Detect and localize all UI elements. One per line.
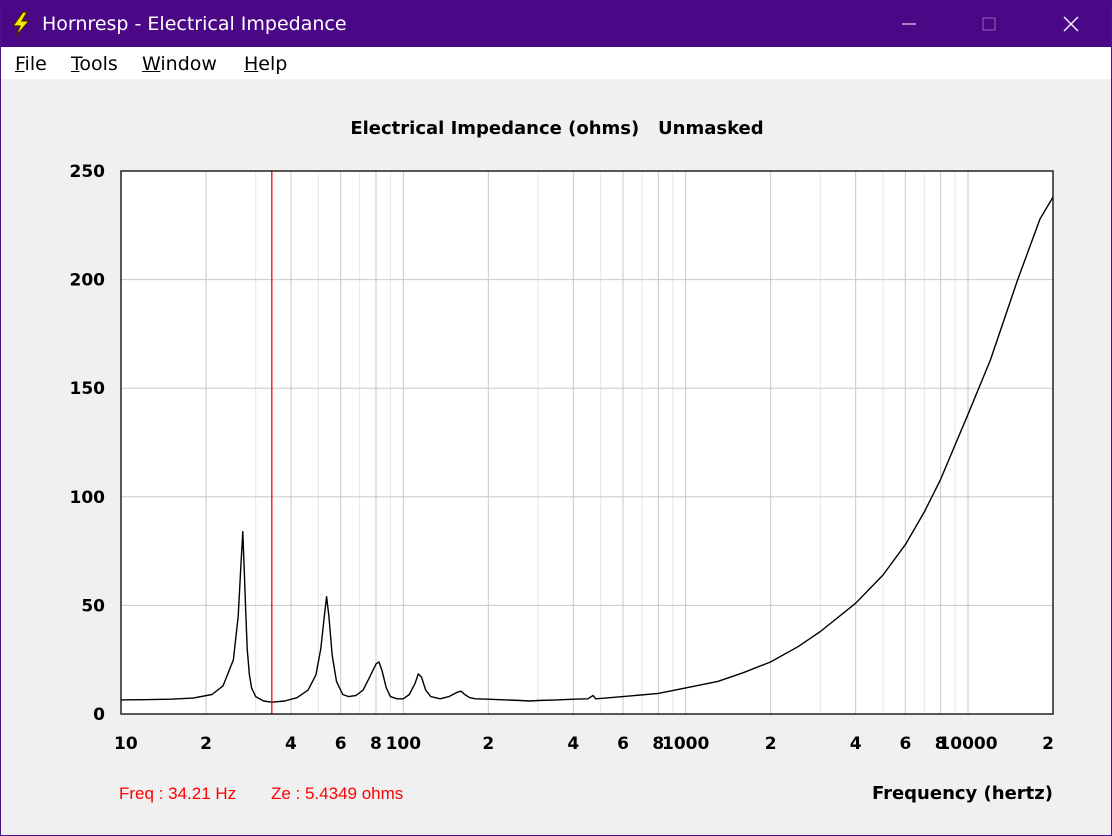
menu-help-label: elp bbox=[258, 53, 288, 75]
x-tick-label: 4 bbox=[285, 734, 297, 754]
window-title: Hornresp - Electrical Impedance bbox=[42, 13, 347, 35]
y-tick-label: 250 bbox=[70, 162, 106, 182]
y-tick-label: 50 bbox=[81, 596, 105, 616]
lightning-bolt-icon bbox=[11, 11, 31, 37]
maximize-icon bbox=[982, 17, 996, 31]
menu-tools-label: ools bbox=[79, 53, 118, 75]
minimize-button[interactable] bbox=[869, 1, 949, 47]
impedance-readout: Ze : 5.4349 ohms bbox=[271, 784, 403, 803]
chart-area: Electrical Impedance (ohms) Unmasked 0 50… bbox=[1, 79, 1111, 835]
menu-window-label: indow bbox=[160, 53, 217, 75]
x-axis-label: Frequency (hertz) bbox=[872, 783, 1053, 804]
x-tick-label: 10000 bbox=[938, 734, 997, 754]
x-tick-label: 6 bbox=[335, 734, 347, 754]
x-tick-label: 100 bbox=[386, 734, 422, 754]
x-tick-label: 8 bbox=[370, 734, 382, 754]
x-tick-label: 10 bbox=[114, 734, 138, 754]
maximize-button[interactable] bbox=[949, 1, 1029, 47]
menu-file-mnemonic: F bbox=[15, 53, 25, 75]
x-tick-label: 4 bbox=[850, 734, 862, 754]
chart-title: Electrical Impedance (ohms) Unmasked bbox=[350, 118, 763, 139]
x-tick-label: 2 bbox=[765, 734, 777, 754]
menu-tools[interactable]: Tools bbox=[71, 53, 118, 75]
menu-bar: File Tools Window Help bbox=[1, 47, 1111, 79]
x-tick-label: 4 bbox=[567, 734, 579, 754]
x-tick-label: 1000 bbox=[662, 734, 709, 754]
x-tick-label: 2 bbox=[200, 734, 212, 754]
menu-help-mnemonic: H bbox=[244, 53, 259, 75]
menu-help[interactable]: Help bbox=[244, 53, 287, 75]
x-tick-label: 2 bbox=[1042, 734, 1054, 754]
y-tick-label: 150 bbox=[70, 379, 106, 399]
menu-window[interactable]: Window bbox=[142, 53, 217, 75]
close-button[interactable] bbox=[1031, 1, 1111, 47]
x-tick-label: 6 bbox=[617, 734, 629, 754]
y-tick-label: 200 bbox=[70, 271, 106, 291]
y-tick-label: 100 bbox=[70, 488, 106, 508]
y-tick-label: 0 bbox=[93, 705, 105, 725]
x-tick-label: 2 bbox=[482, 734, 494, 754]
menu-file-label: ile bbox=[24, 53, 47, 75]
x-tick-label: 6 bbox=[899, 734, 911, 754]
app-window: Hornresp - Electrical Impedance File Too… bbox=[0, 0, 1112, 836]
title-bar[interactable]: Hornresp - Electrical Impedance bbox=[1, 1, 1111, 47]
close-icon bbox=[1063, 16, 1079, 32]
menu-file[interactable]: File bbox=[15, 53, 47, 75]
menu-window-mnemonic: W bbox=[142, 53, 161, 75]
freq-readout: Freq : 34.21 Hz bbox=[119, 784, 236, 803]
impedance-chart[interactable]: Electrical Impedance (ohms) Unmasked 0 50… bbox=[1, 79, 1111, 835]
minimize-icon bbox=[902, 23, 916, 25]
plot-background bbox=[121, 171, 1053, 714]
